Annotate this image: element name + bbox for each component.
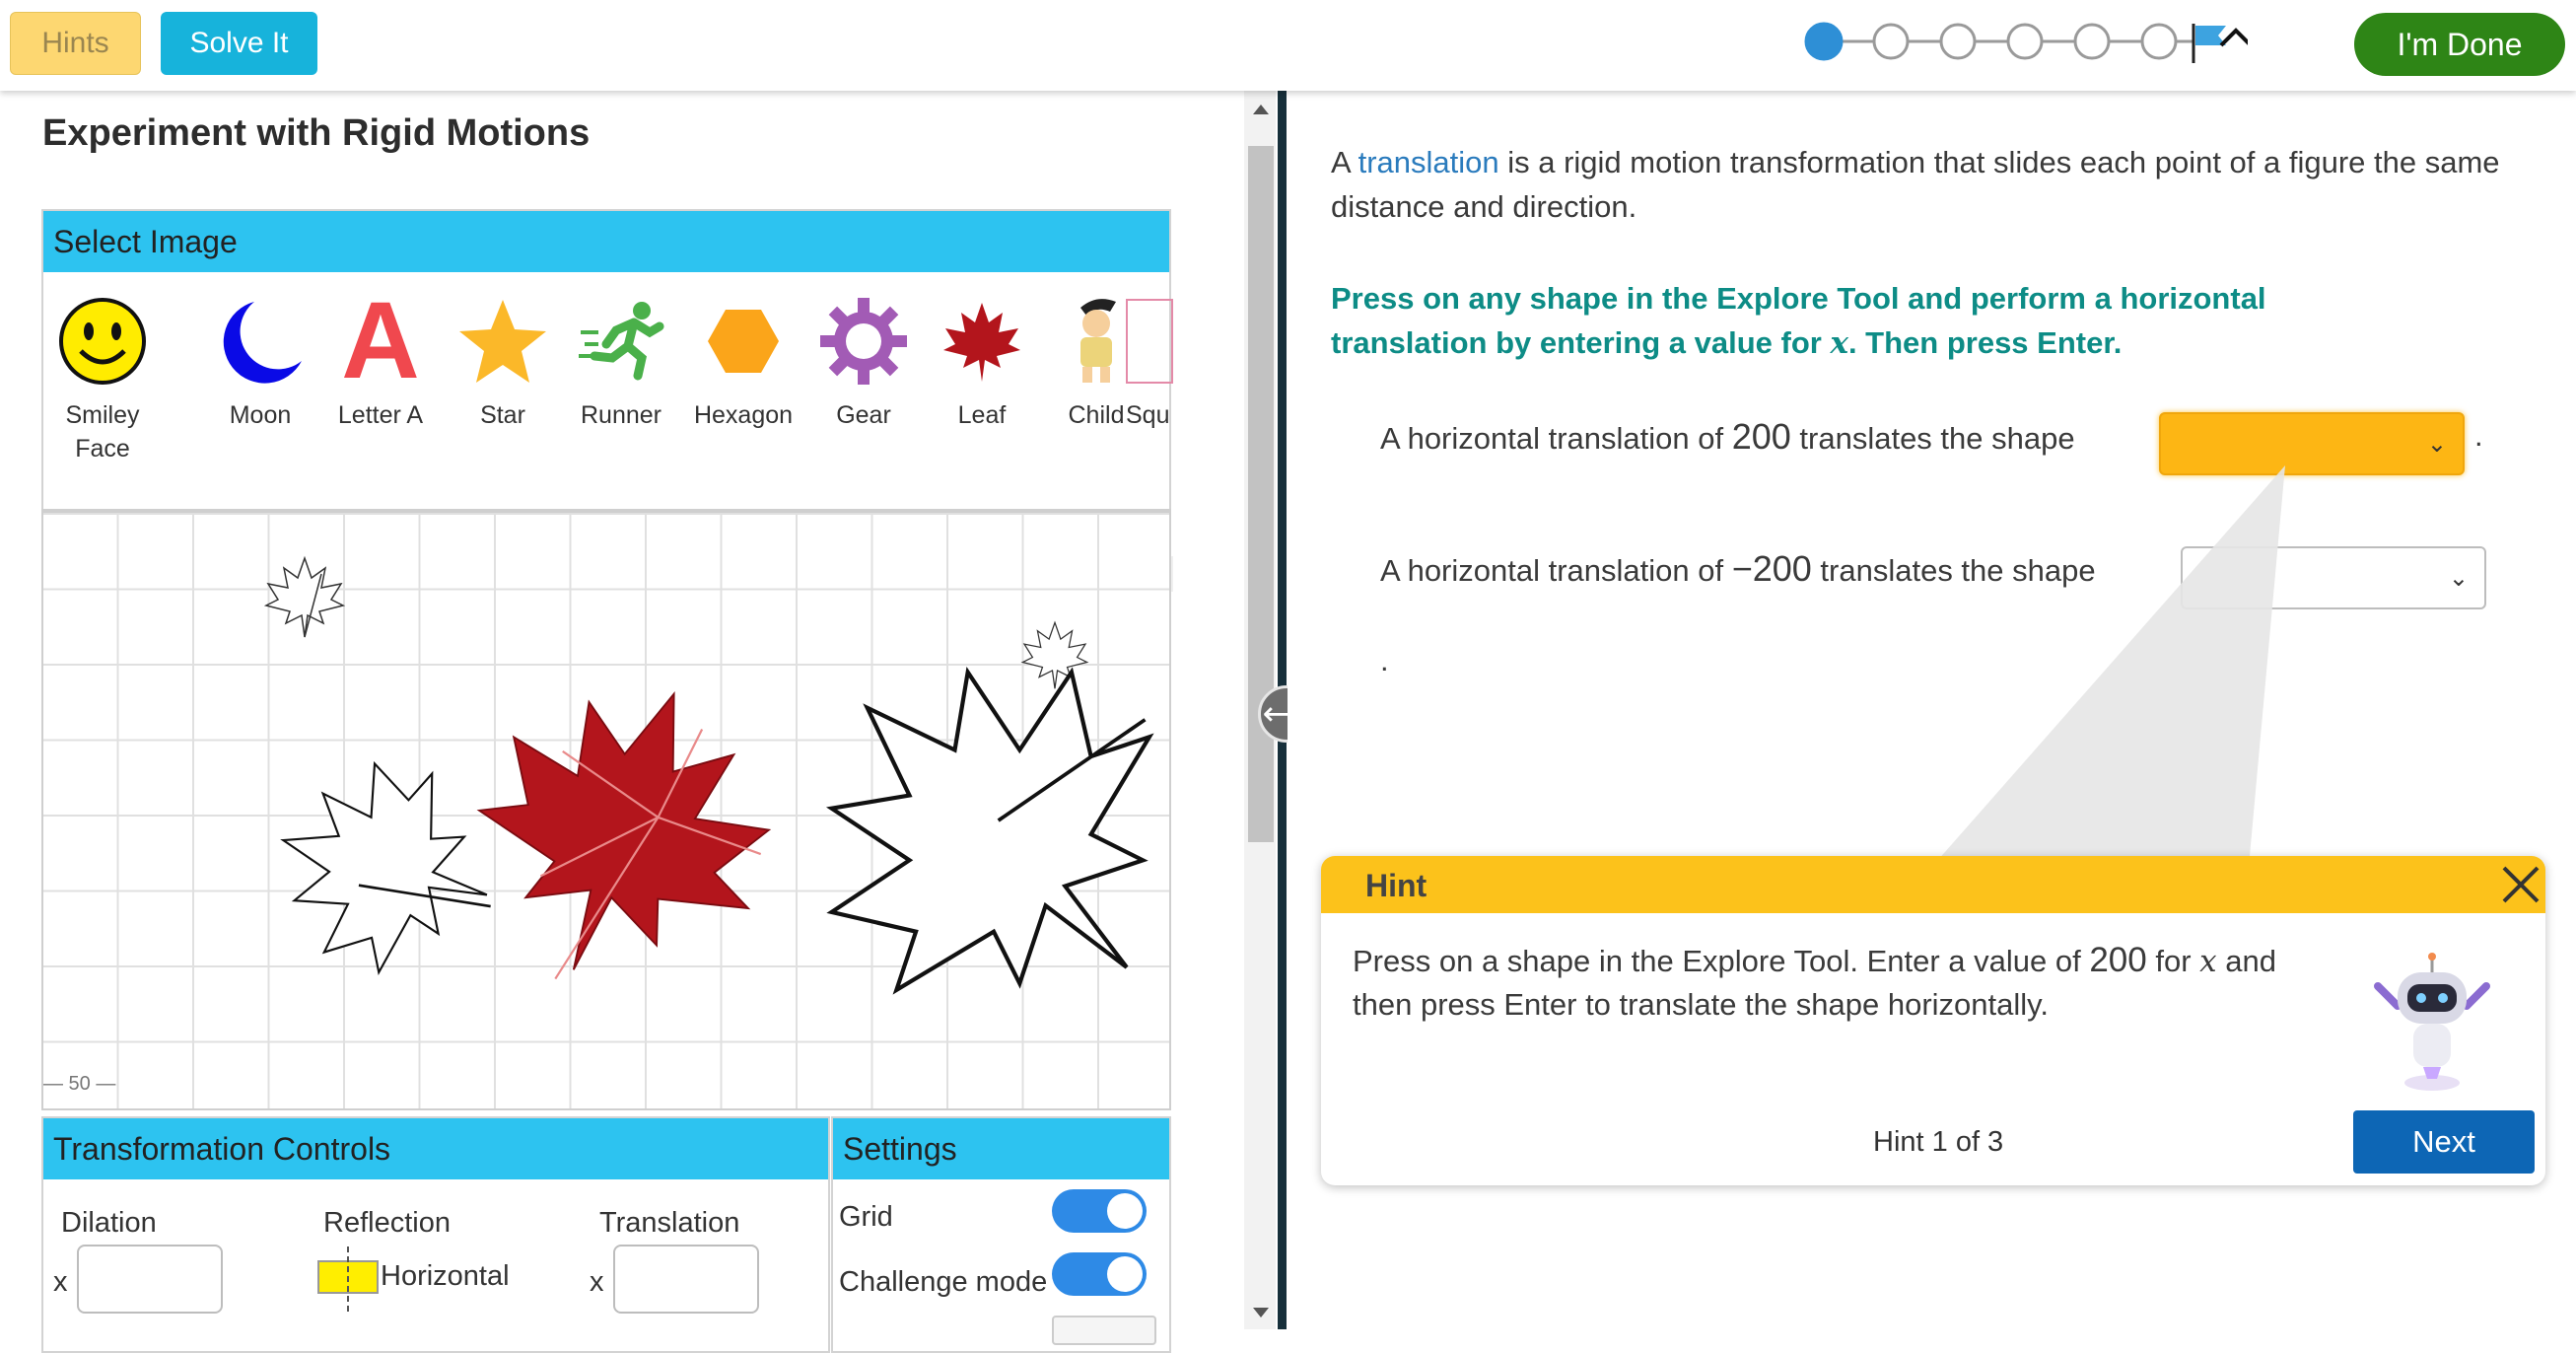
image-option-square[interactable]: Squ: [1126, 292, 1173, 432]
solve-it-button[interactable]: Solve It: [161, 12, 317, 75]
transformation-controls-panel: Transformation Controls Dilation Reflect…: [41, 1116, 830, 1353]
image-option-label: Letter A: [337, 401, 424, 429]
image-option-gear[interactable]: Gear: [804, 292, 923, 432]
image-option-runner[interactable]: Runner: [562, 292, 680, 432]
select-image-heading: Select Image: [43, 211, 1169, 272]
hint-header: Hint: [1321, 856, 2545, 913]
explore-tool-canvas[interactable]: — 50 —: [41, 509, 1171, 1110]
next-hint-button[interactable]: Next: [2353, 1110, 2535, 1174]
progress-step-5[interactable]: [2073, 23, 2111, 60]
progress-step-6[interactable]: [2140, 23, 2178, 60]
image-option-label: Gear: [836, 401, 891, 429]
leaf-shape-small-outline[interactable]: [258, 554, 351, 639]
image-option-moon[interactable]: Moon: [201, 292, 319, 432]
progress-step-2[interactable]: [1872, 23, 1910, 60]
hint-pointer-beam: [1922, 465, 2285, 878]
intro-paragraph: A translation is a rigid motion transfor…: [1331, 145, 2500, 224]
settings-panel: Settings Grid Challenge mode: [831, 1116, 1171, 1353]
image-option-label: Leaf: [957, 401, 1007, 429]
hexagon-icon: [708, 310, 779, 373]
translation-label: Translation: [599, 1207, 740, 1239]
progress-step-1[interactable]: [1804, 22, 1844, 61]
scroll-down-icon[interactable]: [1253, 1308, 1269, 1317]
progress-stepper: [1804, 22, 2248, 63]
scroll-up-icon[interactable]: [1253, 105, 1269, 114]
child-icon: [1080, 299, 1116, 383]
image-option-smiley-face[interactable]: Smiley Face: [43, 292, 162, 465]
gear-icon: [820, 298, 907, 385]
image-option-label: Squ: [1126, 401, 1170, 429]
reflection-horizontal-swatch[interactable]: [317, 1246, 379, 1312]
dilation-label: Dilation: [61, 1207, 157, 1239]
top-toolbar: Hints Solve It I'm Done: [0, 0, 2576, 91]
translation-x-label: x: [590, 1266, 604, 1298]
leaf-shape-outline-large[interactable]: [777, 637, 1171, 1032]
leaf-icon: [943, 303, 1020, 382]
runner-icon: [579, 302, 664, 381]
instruction-text: Press on any shape in the Explore Tool a…: [1331, 281, 2266, 361]
moon-icon: [223, 302, 302, 384]
settings-extra-control[interactable]: [1052, 1316, 1156, 1345]
image-option-star[interactable]: Star: [444, 292, 562, 432]
axis-tick-label: — 50 —: [43, 1073, 116, 1095]
question-1-period: .: [2474, 418, 2483, 453]
smiley-face-icon: [59, 298, 146, 385]
hint-popup: Hint Press on a shape in the Explore Too…: [1321, 856, 2545, 1185]
challenge-mode-label: Challenge mode: [839, 1266, 1048, 1298]
progress-step-4[interactable]: [2006, 23, 2044, 60]
page-title: Experiment with Rigid Motions: [42, 112, 591, 154]
reflection-label: Reflection: [323, 1207, 451, 1239]
hint-counter: Hint 1 of 3: [1873, 1126, 2004, 1158]
dilation-input[interactable]: [77, 1245, 223, 1314]
image-option-hexagon[interactable]: Hexagon: [684, 292, 802, 432]
robot-mascot-icon: [2374, 953, 2490, 1091]
question-2-period: .: [1380, 643, 1389, 677]
image-option-label: Moon: [229, 401, 292, 429]
grid-label: Grid: [839, 1201, 893, 1233]
chevron-down-icon: ⌄: [2426, 431, 2447, 458]
image-option-label: Runner: [581, 401, 661, 429]
square-icon: [1126, 299, 1173, 384]
star-icon: [459, 300, 546, 383]
grid-toggle[interactable]: [1052, 1189, 1147, 1233]
hint-title: Hint: [1365, 868, 1427, 903]
chevron-up-icon[interactable]: [2219, 28, 2248, 47]
letter-a-icon: A: [341, 280, 420, 401]
translation-x-input[interactable]: [613, 1245, 759, 1314]
image-option-letter-a[interactable]: A Letter A: [321, 280, 440, 432]
image-option-label: Smiley Face: [65, 401, 140, 463]
settings-heading: Settings: [833, 1118, 1169, 1179]
transformation-controls-heading: Transformation Controls: [43, 1118, 828, 1179]
image-option-label: Star: [480, 401, 525, 429]
hint-body: Press on a shape in the Explore Tool. En…: [1353, 941, 2276, 1022]
challenge-mode-toggle[interactable]: [1052, 1252, 1147, 1296]
explore-panel: Experiment with Rigid Motions Select Ima…: [0, 91, 1242, 1353]
question-1-text: A horizontal translation of 200 translat…: [1380, 416, 2075, 457]
dilation-x-label: x: [53, 1266, 68, 1298]
hints-button[interactable]: Hints: [10, 12, 141, 75]
progress-step-3[interactable]: [1939, 23, 1977, 60]
im-done-button[interactable]: I'm Done: [2354, 13, 2565, 76]
chevron-down-icon: ⌄: [2448, 565, 2469, 592]
reflection-horizontal-label: Horizontal: [381, 1260, 510, 1292]
translation-link[interactable]: translation: [1358, 145, 1499, 179]
image-option-leaf[interactable]: Leaf: [923, 292, 1041, 432]
leaf-shape-red[interactable]: [457, 671, 793, 986]
close-icon[interactable]: [2496, 860, 2545, 909]
image-option-label: Hexagon: [693, 401, 794, 429]
